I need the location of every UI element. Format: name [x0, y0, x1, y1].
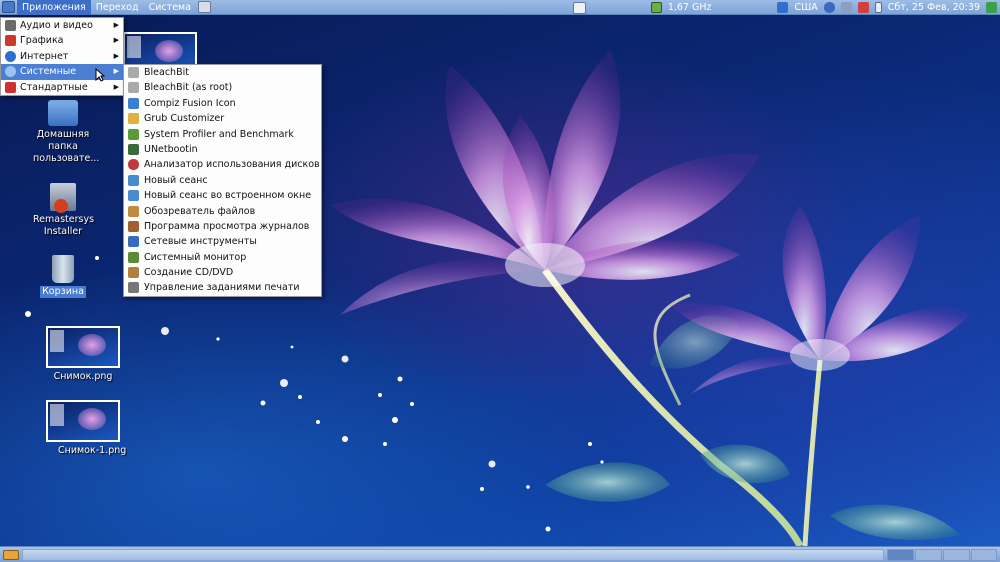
center-panel-icon[interactable] [573, 2, 586, 14]
battery-icon[interactable] [874, 2, 882, 13]
disk-usage-icon [128, 159, 139, 171]
network-tools-icon [128, 236, 139, 248]
menu-item-grub-customizer[interactable]: Grub Customizer [124, 111, 321, 126]
grub-icon [128, 113, 139, 125]
bluetooth-icon[interactable] [823, 2, 835, 13]
menu-item-audio-video[interactable]: Аудио и видео ▶ [1, 18, 123, 33]
applications-dropdown: Аудио и видео ▶ Графика ▶ Интернет ▶ Сис… [0, 17, 124, 96]
system-monitor-icon [128, 251, 139, 263]
cd-burner-icon [128, 267, 139, 279]
bleachbit-icon [128, 67, 139, 78]
image-thumbnail [46, 400, 120, 442]
cursor-tool-icon[interactable] [777, 2, 789, 13]
home-folder-icon [48, 100, 78, 126]
desktop-icon-label: Домашняя папка пользовате... [33, 129, 100, 164]
file-browser-icon [128, 205, 139, 217]
update-notifier-icon[interactable] [857, 2, 869, 13]
desktop-icon-home[interactable]: Домашняя папка пользовате... [23, 100, 103, 165]
desktop-icon-label: Remastersys Installer [33, 214, 95, 237]
applications-menu[interactable]: Приложения [17, 0, 91, 15]
unetbootin-icon [128, 143, 139, 155]
cpu-freq-label: 1,67 GHz [667, 2, 712, 13]
workspace-4[interactable] [971, 549, 997, 561]
installer-icon [50, 183, 76, 213]
menu-item-unetbootin[interactable]: UNetbootin [124, 142, 321, 157]
cpu-freq-icon[interactable] [650, 2, 662, 13]
clock[interactable]: Сбт, 25 Фев, 20:39 [885, 2, 983, 13]
menu-item-nested-session[interactable]: Новый сеанс во встроенном окне [124, 188, 321, 203]
show-desktop-icon[interactable] [3, 550, 19, 560]
menu-item-bleachbit[interactable]: BleachBit [124, 65, 321, 80]
workspace-1[interactable] [887, 549, 914, 561]
desktop-icon-screenshot[interactable]: Снимок.png [43, 326, 123, 383]
shutdown-icon[interactable] [986, 2, 997, 13]
graphics-icon [5, 35, 16, 47]
workspace-3[interactable] [943, 549, 970, 561]
profiler-icon [128, 128, 139, 140]
bottom-panel [0, 546, 1000, 562]
desktop-icon-label: Снимок-1.png [58, 445, 127, 456]
system-submenu: BleachBit BleachBit (as root) Compiz Fus… [123, 64, 322, 297]
window-list[interactable] [22, 549, 884, 561]
menu-item-graphics[interactable]: Графика ▶ [1, 33, 123, 48]
bleachbit-root-icon [128, 82, 139, 94]
menu-item-log-viewer[interactable]: Программа просмотра журналов [124, 219, 321, 234]
submenu-arrow-icon: ▶ [113, 67, 119, 76]
menu-item-compiz[interactable]: Compiz Fusion Icon [124, 96, 321, 111]
menu-item-bleachbit-root[interactable]: BleachBit (as root) [124, 80, 321, 95]
compiz-icon [128, 97, 139, 109]
trash-icon [52, 255, 74, 283]
menu-item-network-tools[interactable]: Сетевые инструменты [124, 234, 321, 249]
keyboard-layout[interactable]: США [791, 2, 820, 13]
submenu-arrow-icon: ▶ [113, 82, 119, 91]
system-menu[interactable]: Система [144, 0, 196, 15]
image-thumbnail [46, 326, 120, 368]
internet-icon [5, 50, 16, 62]
submenu-arrow-icon: ▶ [113, 36, 119, 45]
distro-logo-icon[interactable] [2, 1, 15, 13]
desktop-icon-remastersys[interactable]: Remastersys Installer [23, 183, 103, 238]
system-icon [5, 66, 16, 78]
menu-item-system-profiler[interactable]: System Profiler and Benchmark [124, 127, 321, 142]
submenu-arrow-icon: ▶ [113, 21, 119, 29]
menu-item-new-session[interactable]: Новый сеанс [124, 173, 321, 188]
places-menu[interactable]: Переход [91, 0, 144, 15]
mouse-pointer-icon [95, 68, 105, 82]
menu-item-file-browser[interactable]: Обозреватель файлов [124, 204, 321, 219]
launcher-icon[interactable] [198, 1, 212, 13]
menu-item-internet[interactable]: Интернет ▶ [1, 49, 123, 64]
network-icon[interactable] [840, 2, 852, 13]
log-viewer-icon [128, 220, 139, 232]
menu-item-disk-usage[interactable]: Анализатор использования дисков [124, 157, 321, 172]
menu-item-print-queue[interactable]: Управление заданиями печати [124, 280, 321, 295]
menu-item-cd-burner[interactable]: Создание CD/DVD [124, 265, 321, 280]
desktop-icon-label: Корзина [40, 286, 86, 298]
print-queue-icon [128, 282, 139, 294]
top-panel: Приложения Переход Система 1,67 GHz США … [0, 0, 1000, 15]
menu-item-system-monitor[interactable]: Системный монитор [124, 250, 321, 265]
new-session-icon [128, 174, 139, 186]
submenu-arrow-icon: ▶ [113, 51, 119, 60]
system-tray: 1,67 GHz США Сбт, 25 Фев, 20:39 [648, 0, 1000, 15]
desktop-icon-label: Снимок.png [53, 371, 113, 382]
accessories-icon [5, 81, 16, 93]
audio-video-icon [5, 20, 16, 31]
nested-session-icon [128, 190, 139, 202]
desktop-icon-screenshot-1[interactable]: Снимок-1.png [43, 400, 127, 457]
workspace-2[interactable] [915, 549, 942, 561]
desktop-icon-trash[interactable]: Корзина [23, 255, 103, 298]
